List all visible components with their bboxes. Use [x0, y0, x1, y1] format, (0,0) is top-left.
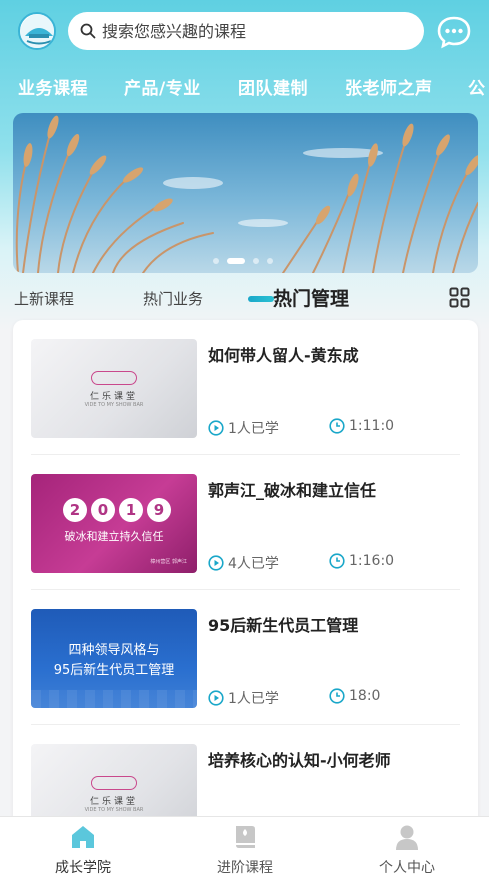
grid-icon: [449, 287, 470, 308]
thumbnail-year: 2 0 1 9: [63, 498, 171, 522]
clock-icon: [329, 418, 345, 434]
course-item[interactable]: 仁乐课堂 VIDE TO MY SHOW BAR 如何带人留人-黄东成 1人已学…: [13, 320, 478, 455]
bottom-tab-bar: 成长学院 进阶课程 个人中心: [0, 816, 489, 875]
year-digit: 2: [63, 498, 87, 522]
nav-personal-center[interactable]: 个人中心: [347, 817, 467, 875]
thumbnail-logo: [91, 776, 137, 790]
thumbnail-logo: [91, 371, 137, 385]
course-title[interactable]: 95后新生代员工管理: [208, 612, 358, 636]
top-header: [0, 0, 489, 62]
duration-text: 1:16:0: [349, 553, 395, 569]
search-box[interactable]: [68, 12, 424, 50]
play-circle-icon: [208, 555, 224, 571]
duration-text: 1:11:0: [349, 418, 395, 434]
course-title[interactable]: 如何带人留人-黄东成: [208, 342, 359, 366]
user-icon: [396, 825, 418, 850]
play-circle-icon: [208, 420, 224, 436]
nav-advanced-courses[interactable]: 进阶课程: [185, 817, 305, 875]
course-duration: 1:16:0: [329, 553, 394, 569]
thumbnail-line1: 四种领导风格与: [68, 643, 160, 658]
clock-icon: [329, 688, 345, 704]
course-list: 仁乐课堂 VIDE TO MY SHOW BAR 如何带人留人-黄东成 1人已学…: [13, 320, 478, 840]
thumbnail-footer: 樟州营区 郭声江: [150, 559, 187, 565]
year-digit: 1: [119, 498, 143, 522]
message-button[interactable]: [436, 15, 472, 49]
course-item[interactable]: 2 0 1 9 破冰和建立持久信任 樟州营区 郭声江 郭声江_破冰和建立信任 4…: [13, 455, 478, 590]
thumbnail-caption: 破冰和建立持久信任: [64, 530, 164, 543]
grid-view-button[interactable]: [449, 287, 470, 308]
course-tabs: 上新课程 热门业务 热门管理: [0, 280, 489, 316]
home-icon: [72, 826, 94, 848]
course-thumbnail[interactable]: 四种领导风格与 95后新生代员工管理: [31, 609, 197, 708]
carousel-indicator: [213, 258, 273, 264]
app-logo[interactable]: [18, 12, 56, 50]
carousel-dot[interactable]: [267, 258, 273, 264]
course-thumbnail[interactable]: 2 0 1 9 破冰和建立持久信任 樟州营区 郭声江: [31, 474, 197, 573]
category-item[interactable]: 团队建制: [238, 74, 308, 99]
active-tab-indicator: [248, 296, 274, 302]
learner-count-text: 1人已学: [228, 691, 279, 707]
tab-new-courses[interactable]: 上新课程: [14, 288, 74, 309]
thumbnail-logo-text: 仁乐课堂: [89, 797, 138, 807]
book-icon: [236, 826, 255, 848]
search-icon: [80, 23, 96, 39]
nav-growth-academy[interactable]: 成长学院: [23, 817, 143, 875]
thumbnail-skyline: [31, 690, 197, 708]
learner-count: 1人已学: [208, 688, 279, 708]
category-nav: 业务课程 产品/专业 团队建制 张老师之声 公: [0, 70, 489, 102]
play-circle-icon: [208, 690, 224, 706]
year-digit: 9: [147, 498, 171, 522]
carousel-dot[interactable]: [213, 258, 219, 264]
course-title[interactable]: 郭声江_破冰和建立信任: [208, 477, 376, 501]
banner-carousel[interactable]: [13, 113, 478, 273]
learner-count: 1人已学: [208, 418, 279, 438]
course-thumbnail[interactable]: 仁乐课堂 VIDE TO MY SHOW BAR: [31, 339, 197, 438]
learner-count: 4人已学: [208, 553, 279, 573]
learner-count-text: 1人已学: [228, 421, 279, 437]
carousel-dot-active[interactable]: [227, 258, 245, 264]
thumbnail-subtext: VIDE TO MY SHOW BAR: [84, 807, 144, 813]
nav-label: 进阶课程: [217, 860, 273, 875]
duration-text: 18:0: [349, 688, 381, 704]
chat-bubble-icon: [437, 16, 471, 49]
category-item[interactable]: 张老师之声: [345, 74, 433, 99]
search-input[interactable]: [102, 21, 402, 41]
tab-hot-business[interactable]: 热门业务: [143, 288, 203, 309]
nav-label: 成长学院: [55, 860, 111, 875]
thumbnail-logo-text: 仁乐课堂: [89, 392, 138, 402]
category-item[interactable]: 业务课程: [18, 74, 88, 99]
category-item[interactable]: 产品/专业: [124, 74, 201, 99]
year-digit: 0: [91, 498, 115, 522]
thumbnail-subtext: VIDE TO MY SHOW BAR: [84, 402, 144, 408]
category-item[interactable]: 公: [468, 74, 486, 99]
course-item[interactable]: 四种领导风格与 95后新生代员工管理 95后新生代员工管理 1人已学 18:0: [13, 590, 478, 725]
tab-hot-management[interactable]: 热门管理: [273, 284, 349, 311]
course-title[interactable]: 培养核心的认知-小何老师: [208, 747, 391, 771]
course-duration: 18:0: [329, 688, 380, 704]
clock-icon: [329, 553, 345, 569]
nav-label: 个人中心: [379, 860, 435, 875]
course-duration: 1:11:0: [329, 418, 394, 434]
banner-image: [13, 113, 478, 273]
carousel-dot[interactable]: [253, 258, 259, 264]
learner-count-text: 4人已学: [228, 556, 279, 572]
thumbnail-line2: 95后新生代员工管理: [53, 663, 175, 678]
